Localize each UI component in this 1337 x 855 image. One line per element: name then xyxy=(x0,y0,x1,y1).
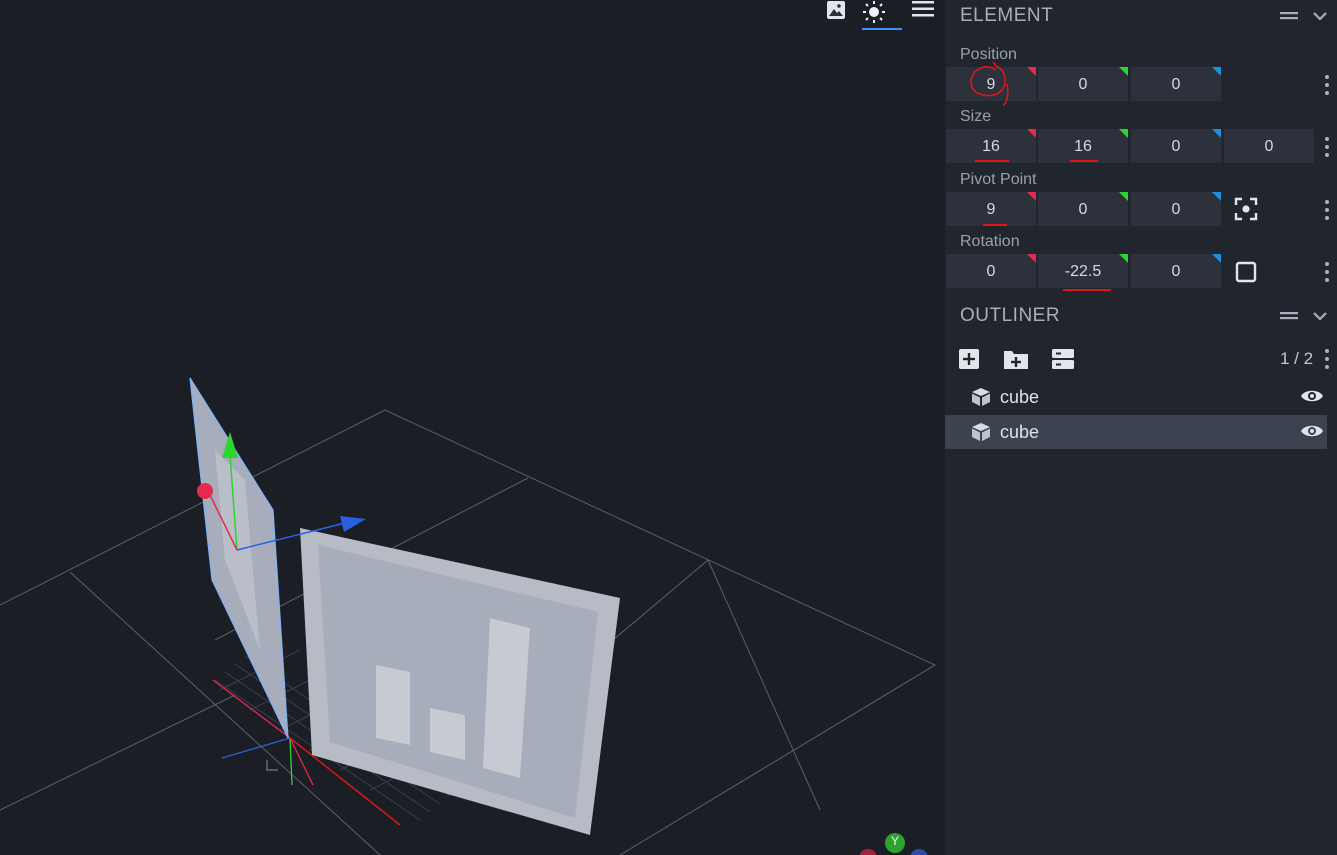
size-inflate-input[interactable]: 0 xyxy=(1224,129,1314,163)
add-group-icon[interactable] xyxy=(1002,346,1030,372)
position-more-icon[interactable] xyxy=(1323,74,1331,101)
outliner-item-selected[interactable]: cube xyxy=(945,415,1327,449)
rotation-x-input[interactable]: 0 xyxy=(946,254,1036,288)
position-z-input[interactable]: 0 xyxy=(1131,67,1221,101)
menu-icon[interactable] xyxy=(912,0,940,28)
3d-viewport[interactable]: Y xyxy=(0,0,945,855)
annotation-underline xyxy=(1063,289,1111,291)
pivot-more-icon[interactable] xyxy=(1323,199,1331,226)
sun-icon[interactable] xyxy=(862,0,902,30)
outliner-item-label: cube xyxy=(1000,422,1040,442)
outliner-item-label: cube xyxy=(1000,387,1040,407)
cube-icon xyxy=(971,387,991,412)
annotation-underline xyxy=(975,160,1009,162)
rotation-more-icon[interactable] xyxy=(1323,261,1331,288)
size-more-icon[interactable] xyxy=(1323,136,1331,163)
cube-plane-front[interactable] xyxy=(300,528,620,835)
size-y-input[interactable]: 16 xyxy=(1038,129,1128,163)
outliner-panel-title: OUTLINER xyxy=(960,305,1061,326)
rescale-checkbox-icon[interactable] xyxy=(1233,259,1259,285)
annotation-underline xyxy=(983,224,1007,226)
element-panel-header: ELEMENT xyxy=(945,0,1337,32)
chevron-down-icon[interactable] xyxy=(1311,306,1329,331)
rotation-label: Rotation xyxy=(960,233,1020,250)
add-cube-icon[interactable] xyxy=(956,346,982,372)
position-y-input[interactable]: 0 xyxy=(1038,67,1128,101)
side-panel: ELEMENT Position 9 0 0 Size 16 16 0 0 Pi… xyxy=(945,0,1337,855)
annotation-circle xyxy=(970,61,1009,106)
element-count: 1 / 2 xyxy=(1280,349,1314,368)
rotation-y-input[interactable]: -22.5 xyxy=(1038,254,1128,288)
element-panel-title: ELEMENT xyxy=(960,5,1054,26)
gizmo-y-label: Y xyxy=(890,834,899,848)
size-z-input[interactable]: 0 xyxy=(1131,129,1221,163)
outliner-panel-header: OUTLINER xyxy=(945,300,1337,332)
eye-icon[interactable] xyxy=(1300,422,1324,445)
drag-handle-icon[interactable] xyxy=(1279,306,1299,331)
pivot-point-label: Pivot Point xyxy=(960,171,1037,188)
collapse-groups-icon[interactable] xyxy=(1050,346,1076,372)
outliner-item[interactable]: cube xyxy=(945,380,1327,414)
pivot-z-input[interactable]: 0 xyxy=(1131,192,1221,226)
size-x-input[interactable]: 16 xyxy=(946,129,1036,163)
annotation-underline xyxy=(1070,160,1098,162)
pivot-x-input[interactable]: 9 xyxy=(946,192,1036,226)
drag-handle-icon[interactable] xyxy=(1279,6,1299,31)
pivot-y-input[interactable]: 0 xyxy=(1038,192,1128,226)
eye-icon[interactable] xyxy=(1300,387,1324,410)
cube-icon xyxy=(971,422,991,447)
chevron-down-icon[interactable] xyxy=(1311,6,1329,31)
cube-plane-side[interactable] xyxy=(189,377,289,739)
center-pivot-icon[interactable] xyxy=(1233,196,1259,222)
size-label: Size xyxy=(960,108,992,125)
outliner-more-icon[interactable] xyxy=(1323,348,1331,375)
scene-canvas[interactable] xyxy=(0,0,945,855)
rotation-z-input[interactable]: 0 xyxy=(1131,254,1221,288)
image-icon[interactable] xyxy=(826,0,854,28)
